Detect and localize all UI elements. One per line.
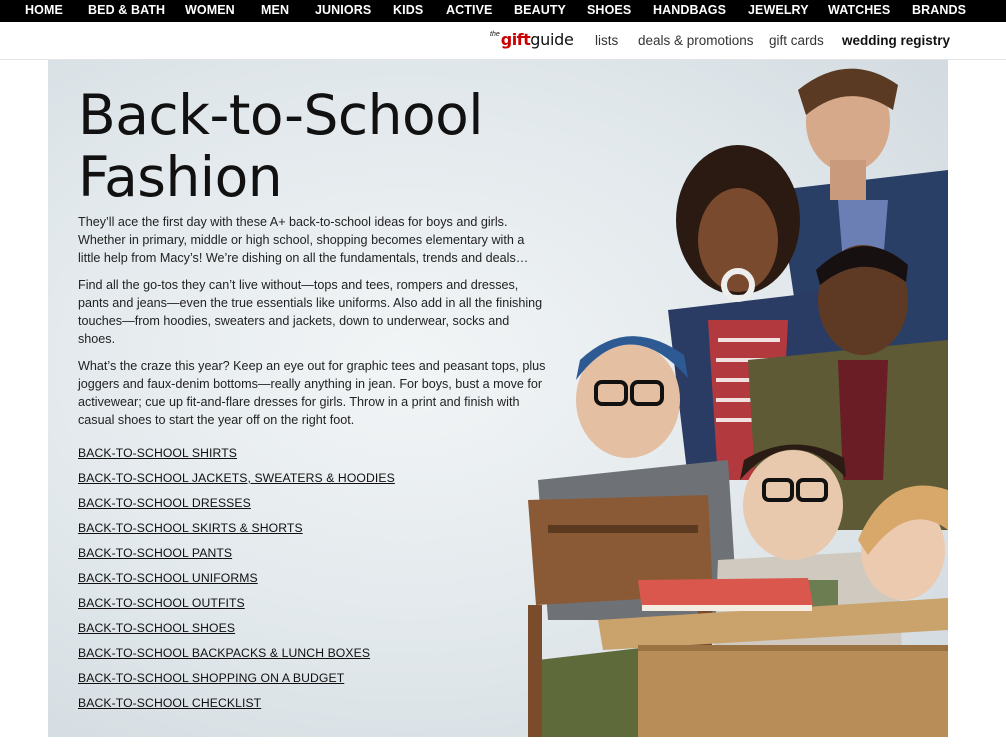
link-budget[interactable]: BACK-TO-SCHOOL SHOPPING ON A BUDGET bbox=[78, 670, 395, 695]
link-skirts-shorts[interactable]: BACK-TO-SCHOOL SKIRTS & SHORTS bbox=[78, 520, 395, 545]
link-dresses[interactable]: BACK-TO-SCHOOL DRESSES bbox=[78, 495, 395, 520]
link-backpacks[interactable]: BACK-TO-SCHOOL BACKPACKS & LUNCH BOXES bbox=[78, 645, 395, 670]
link-outfits[interactable]: BACK-TO-SCHOOL OUTFITS bbox=[78, 595, 395, 620]
wooden-desk bbox=[598, 598, 948, 737]
title-line-1: Back-to-School bbox=[78, 83, 484, 147]
nav-brands[interactable]: BRANDS bbox=[912, 3, 966, 17]
nav-men[interactable]: MEN bbox=[261, 3, 289, 17]
nav-kids[interactable]: KIDS bbox=[393, 3, 423, 17]
gift-guide-logo[interactable]: thegiftguide bbox=[490, 30, 574, 50]
category-links: BACK-TO-SCHOOL SHIRTS BACK-TO-SCHOOL JAC… bbox=[78, 445, 395, 720]
link-checklist[interactable]: BACK-TO-SCHOOL CHECKLIST bbox=[78, 695, 395, 720]
link-shoes[interactable]: BACK-TO-SCHOOL SHOES bbox=[78, 620, 395, 645]
top-nav: HOME BED & BATH WOMEN MEN JUNIORS KIDS A… bbox=[0, 0, 1006, 22]
link-jackets[interactable]: BACK-TO-SCHOOL JACKETS, SWEATERS & HOODI… bbox=[78, 470, 395, 495]
hero-banner: Back-to-School Fashion They’ll ace the f… bbox=[48, 60, 948, 737]
link-pants[interactable]: BACK-TO-SCHOOL PANTS bbox=[78, 545, 395, 570]
link-uniforms[interactable]: BACK-TO-SCHOOL UNIFORMS bbox=[78, 570, 395, 595]
book bbox=[638, 578, 813, 611]
link-shirts[interactable]: BACK-TO-SCHOOL SHIRTS bbox=[78, 445, 395, 470]
gift-guide-guide: guide bbox=[530, 30, 574, 49]
wedding-registry-link[interactable]: wedding registry bbox=[842, 33, 950, 48]
nav-watches[interactable]: WATCHES bbox=[828, 3, 890, 17]
intro-paragraph-2: Find all the go-tos they can’t live with… bbox=[78, 278, 543, 346]
gift-cards-link[interactable]: gift cards bbox=[769, 33, 824, 48]
title-line-2: Fashion bbox=[78, 145, 283, 209]
intro-paragraph-1: They’ll ace the first day with these A+ … bbox=[78, 215, 529, 265]
nav-beauty[interactable]: BEAUTY bbox=[514, 3, 566, 17]
nav-handbags[interactable]: HANDBAGS bbox=[653, 3, 726, 17]
secondary-nav: thegiftguide lists deals & promotions gi… bbox=[0, 22, 1006, 60]
nav-jewelry[interactable]: JEWELRY bbox=[748, 3, 809, 17]
nav-shoes[interactable]: SHOES bbox=[587, 3, 631, 17]
gift-guide-the: the bbox=[490, 31, 500, 38]
lists-link[interactable]: lists bbox=[595, 33, 618, 48]
deals-link[interactable]: deals & promotions bbox=[638, 33, 754, 48]
nav-bed-bath[interactable]: BED & BATH bbox=[88, 3, 165, 17]
nav-juniors[interactable]: JUNIORS bbox=[315, 3, 371, 17]
nav-home[interactable]: HOME bbox=[25, 3, 63, 17]
students-photo bbox=[528, 68, 948, 737]
gift-guide-gift: gift bbox=[500, 30, 531, 49]
nav-active[interactable]: ACTIVE bbox=[446, 3, 492, 17]
intro-paragraph-3: What’s the craze this year? Keep an eye … bbox=[78, 359, 546, 427]
nav-women[interactable]: WOMEN bbox=[185, 3, 235, 17]
page-title: Back-to-School Fashion bbox=[78, 84, 518, 208]
